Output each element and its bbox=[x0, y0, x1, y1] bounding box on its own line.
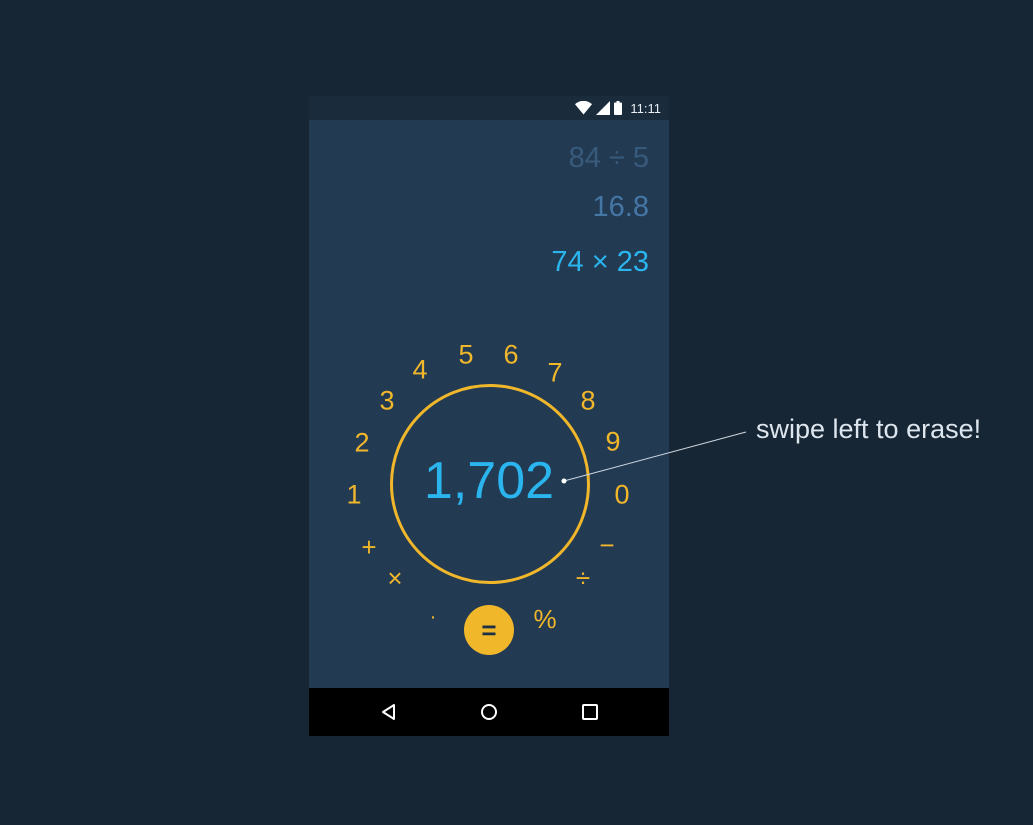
swipe-hint-annotation: swipe left to erase! bbox=[756, 414, 982, 444]
equals-button[interactable]: = bbox=[464, 605, 514, 655]
percent-key[interactable]: % bbox=[533, 606, 556, 632]
home-icon[interactable] bbox=[477, 700, 501, 724]
digit-0-key[interactable]: 0 bbox=[614, 481, 629, 509]
divide-key[interactable]: ÷ bbox=[576, 565, 590, 591]
digit-4-key[interactable]: 4 bbox=[412, 356, 427, 384]
digit-6-key[interactable]: 6 bbox=[503, 341, 518, 369]
back-icon[interactable] bbox=[377, 700, 401, 724]
minus-key[interactable]: − bbox=[599, 532, 614, 558]
decimal-key[interactable]: · bbox=[430, 607, 437, 627]
digit-8-key[interactable]: 8 bbox=[580, 387, 595, 415]
multiply-key[interactable]: × bbox=[387, 565, 402, 591]
digit-5-key[interactable]: 5 bbox=[458, 341, 473, 369]
recent-apps-icon[interactable] bbox=[578, 700, 602, 724]
digit-1-key[interactable]: 1 bbox=[346, 481, 361, 509]
digit-7-key[interactable]: 7 bbox=[547, 359, 562, 387]
plus-key[interactable]: + bbox=[361, 534, 376, 560]
result-display[interactable]: 1,702 bbox=[424, 455, 554, 507]
navigation-bar bbox=[309, 688, 669, 736]
digit-3-key[interactable]: 3 bbox=[379, 387, 394, 415]
digit-2-key[interactable]: 2 bbox=[354, 429, 369, 457]
phone-screen: 11:11 84 ÷ 5 16.8 74 × 23 1,702 1 2 3 4 … bbox=[309, 96, 669, 736]
digit-9-key[interactable]: 9 bbox=[605, 428, 620, 456]
dial-keypad: 1,702 1 2 3 4 5 6 7 8 9 0 + × − ÷ · % = bbox=[309, 96, 669, 696]
